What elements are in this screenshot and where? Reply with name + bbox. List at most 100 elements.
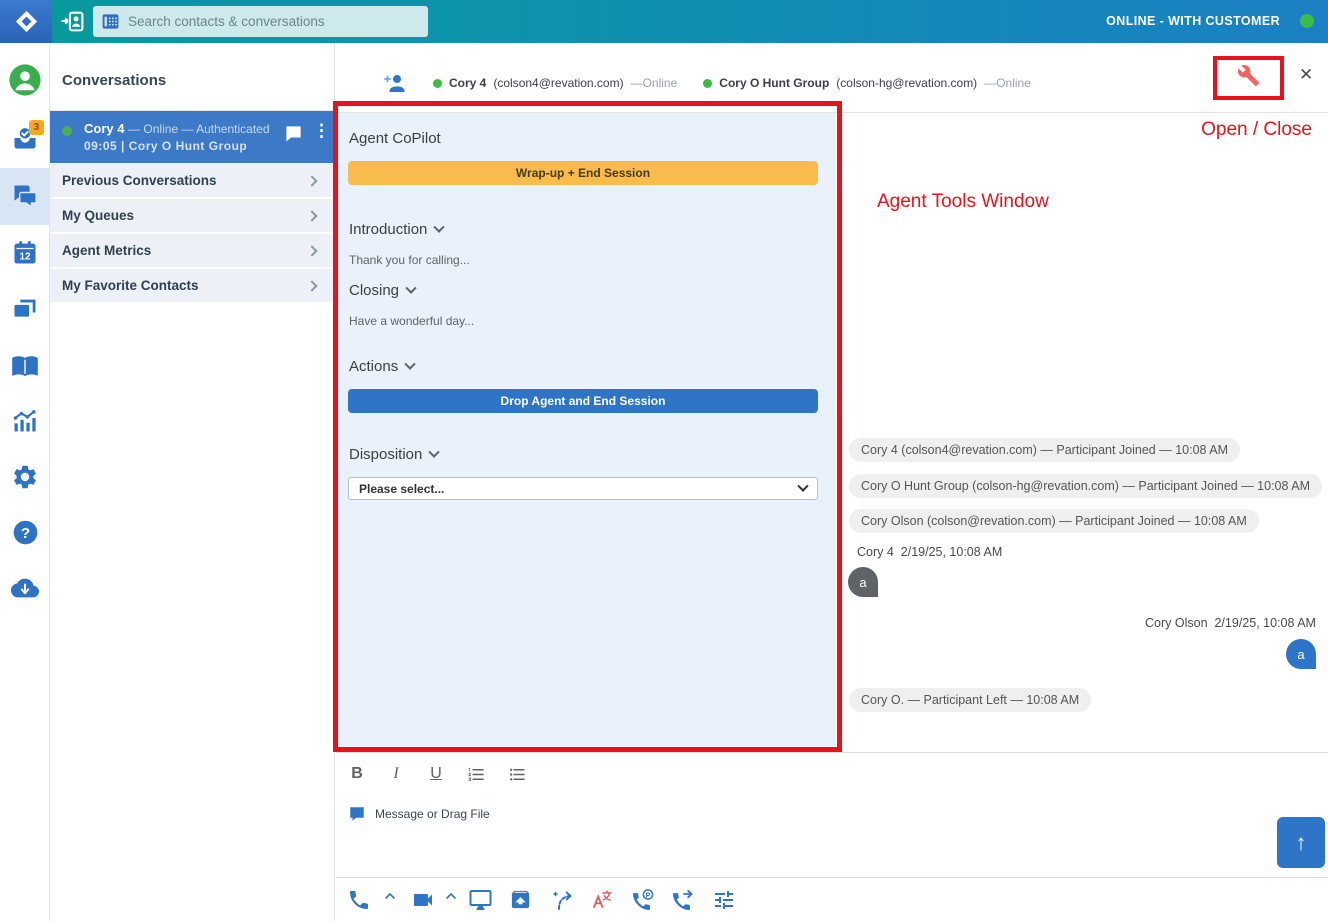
- disposition-selected-value: Please select...: [359, 482, 444, 496]
- message-timestamp: 2/19/25, 10:08 AM: [901, 545, 1002, 559]
- help-icon[interactable]: ?: [0, 519, 50, 546]
- close-conversation-icon[interactable]: ✕: [1299, 65, 1313, 85]
- conversation-menu-icon[interactable]: ⋮: [313, 122, 330, 139]
- search-input[interactable]: [128, 14, 420, 29]
- chat-bubble-icon[interactable]: [284, 124, 303, 148]
- online-dot: [62, 126, 72, 136]
- settings-gear-icon[interactable]: [0, 463, 50, 491]
- italic-button[interactable]: I: [384, 765, 408, 783]
- svg-text:P: P: [645, 890, 650, 899]
- chevron-down-icon: [434, 221, 445, 232]
- chevron-right-icon: [306, 210, 317, 221]
- sender-name: Cory Olson: [1145, 616, 1208, 630]
- analytics-icon[interactable]: [0, 407, 50, 435]
- chevron-down-icon: [405, 358, 416, 369]
- closing-snippet[interactable]: Have a wonderful day...: [349, 314, 474, 328]
- top-bar: ONLINE - WITH CUSTOMER: [0, 0, 1328, 43]
- message-input[interactable]: Message or Drag File: [348, 805, 490, 823]
- svg-text:?: ?: [20, 525, 29, 542]
- call-options-chevron-icon[interactable]: [382, 888, 398, 904]
- online-dot: [703, 79, 712, 88]
- bold-button[interactable]: B: [345, 765, 369, 783]
- file-upload-button[interactable]: [509, 888, 532, 911]
- sender-name: Cory 4: [857, 545, 894, 559]
- introduction-snippet[interactable]: Thank you for calling...: [349, 253, 470, 267]
- disposition-label: Disposition: [349, 446, 422, 463]
- conversations-panel: Conversations Cory 4 — Online — Authenti…: [50, 43, 335, 921]
- screen-share-button[interactable]: [468, 888, 493, 912]
- online-dot: [433, 79, 442, 88]
- profile-avatar-icon[interactable]: [0, 63, 50, 97]
- disposition-select[interactable]: Please select...: [348, 477, 818, 500]
- chevron-right-icon: [306, 280, 317, 291]
- participant-hunt-group: Cory O Hunt Group (colson-hg@revation.co…: [703, 76, 1031, 90]
- divider: [336, 752, 1328, 753]
- video-options-chevron-icon[interactable]: [443, 888, 459, 904]
- section-my-queues[interactable]: My Queues: [50, 199, 334, 233]
- section-my-favorite-contacts[interactable]: My Favorite Contacts: [50, 269, 334, 303]
- online-status-dot: [1300, 14, 1314, 28]
- call-phone-button[interactable]: [347, 888, 371, 912]
- disposition-section-toggle[interactable]: Disposition: [349, 446, 438, 463]
- agent-tools-wrench-icon[interactable]: [1237, 64, 1260, 92]
- section-label: Agent Metrics: [62, 243, 308, 258]
- section-label: My Favorite Contacts: [62, 278, 308, 293]
- app-logo[interactable]: [0, 0, 52, 43]
- introduction-section-toggle[interactable]: Introduction: [349, 221, 443, 238]
- chevron-down-icon: [429, 446, 440, 457]
- add-participant-icon[interactable]: [383, 71, 407, 95]
- transfer-call-button[interactable]: [671, 888, 695, 912]
- outgoing-message-bubble: a: [1286, 639, 1316, 669]
- message-sender-line: Cory 4 2/19/25, 10:08 AM: [857, 545, 1002, 559]
- system-event-pill: Cory Olson (colson@revation.com) — Parti…: [849, 509, 1259, 533]
- section-label: Previous Conversations: [62, 173, 308, 188]
- divider: [336, 877, 1328, 878]
- queue-name: Cory O Hunt Group: [129, 139, 248, 153]
- copilot-title: Agent CoPilot: [349, 130, 441, 147]
- closing-section-toggle[interactable]: Closing: [349, 282, 415, 299]
- active-conversation-item[interactable]: Cory 4 — Online — Authenticated 09:05 | …: [50, 111, 334, 163]
- contact-status: — Online — Authenticated: [128, 122, 269, 136]
- participant-email: (colson4@revation.com): [493, 76, 623, 90]
- ordered-list-button[interactable]: [464, 765, 488, 789]
- actions-section-toggle[interactable]: Actions: [349, 358, 414, 375]
- translate-button[interactable]: [590, 888, 614, 912]
- system-event-pill: Cory O Hunt Group (colson-hg@revation.co…: [849, 474, 1322, 498]
- calendar-day-number: 12: [19, 252, 31, 263]
- bullet-list-button[interactable]: [505, 765, 529, 789]
- incoming-message-bubble: a: [848, 567, 878, 597]
- underline-button[interactable]: U: [424, 765, 448, 783]
- conversation-timer: 09:05: [84, 139, 117, 153]
- section-previous-conversations[interactable]: Previous Conversations: [50, 164, 334, 198]
- add-contact-icon[interactable]: [60, 9, 85, 39]
- agent-status-label[interactable]: ONLINE - WITH CUSTOMER: [1106, 14, 1280, 28]
- wrapup-end-session-button[interactable]: Wrap-up + End Session: [348, 161, 818, 185]
- video-call-button[interactable]: [410, 888, 436, 912]
- park-call-button[interactable]: P: [631, 888, 655, 912]
- conversations-title: Conversations: [62, 72, 166, 89]
- chevron-right-icon: [306, 175, 317, 186]
- introduction-label: Introduction: [349, 221, 427, 238]
- message-timestamp: 2/19/25, 10:08 AM: [1214, 616, 1315, 630]
- section-agent-metrics[interactable]: Agent Metrics: [50, 234, 334, 268]
- participant-name: Cory O Hunt Group: [719, 76, 829, 90]
- directory-book-icon[interactable]: [0, 351, 50, 379]
- message-bubble-icon: [348, 805, 366, 823]
- audio-settings-button[interactable]: [712, 888, 736, 912]
- annotation-agent-tools-window: Agent Tools Window: [877, 191, 1049, 213]
- drop-agent-end-session-button[interactable]: Drop Agent and End Session: [348, 389, 818, 413]
- select-chevron-icon: [797, 480, 808, 491]
- agent-copilot-panel: Agent CoPilot Wrap-up + End Session Intr…: [336, 113, 836, 750]
- chevron-down-icon: [405, 282, 416, 293]
- send-button[interactable]: ↑: [1277, 817, 1325, 868]
- meta-separator: |: [121, 139, 125, 153]
- conversations-nav-icon[interactable]: [0, 182, 50, 210]
- cloud-download-icon[interactable]: [0, 574, 50, 602]
- participant-name: Cory 4: [449, 76, 486, 90]
- navigation-rail: 3 12: [0, 43, 50, 921]
- windows-icon[interactable]: [0, 295, 50, 323]
- calendar-icon[interactable]: 12: [0, 239, 50, 267]
- logo-diamond-icon: [15, 11, 36, 32]
- system-event-pill: Cory O. — Participant Left — 10:08 AM: [849, 688, 1091, 712]
- ai-transfer-button[interactable]: [551, 888, 575, 912]
